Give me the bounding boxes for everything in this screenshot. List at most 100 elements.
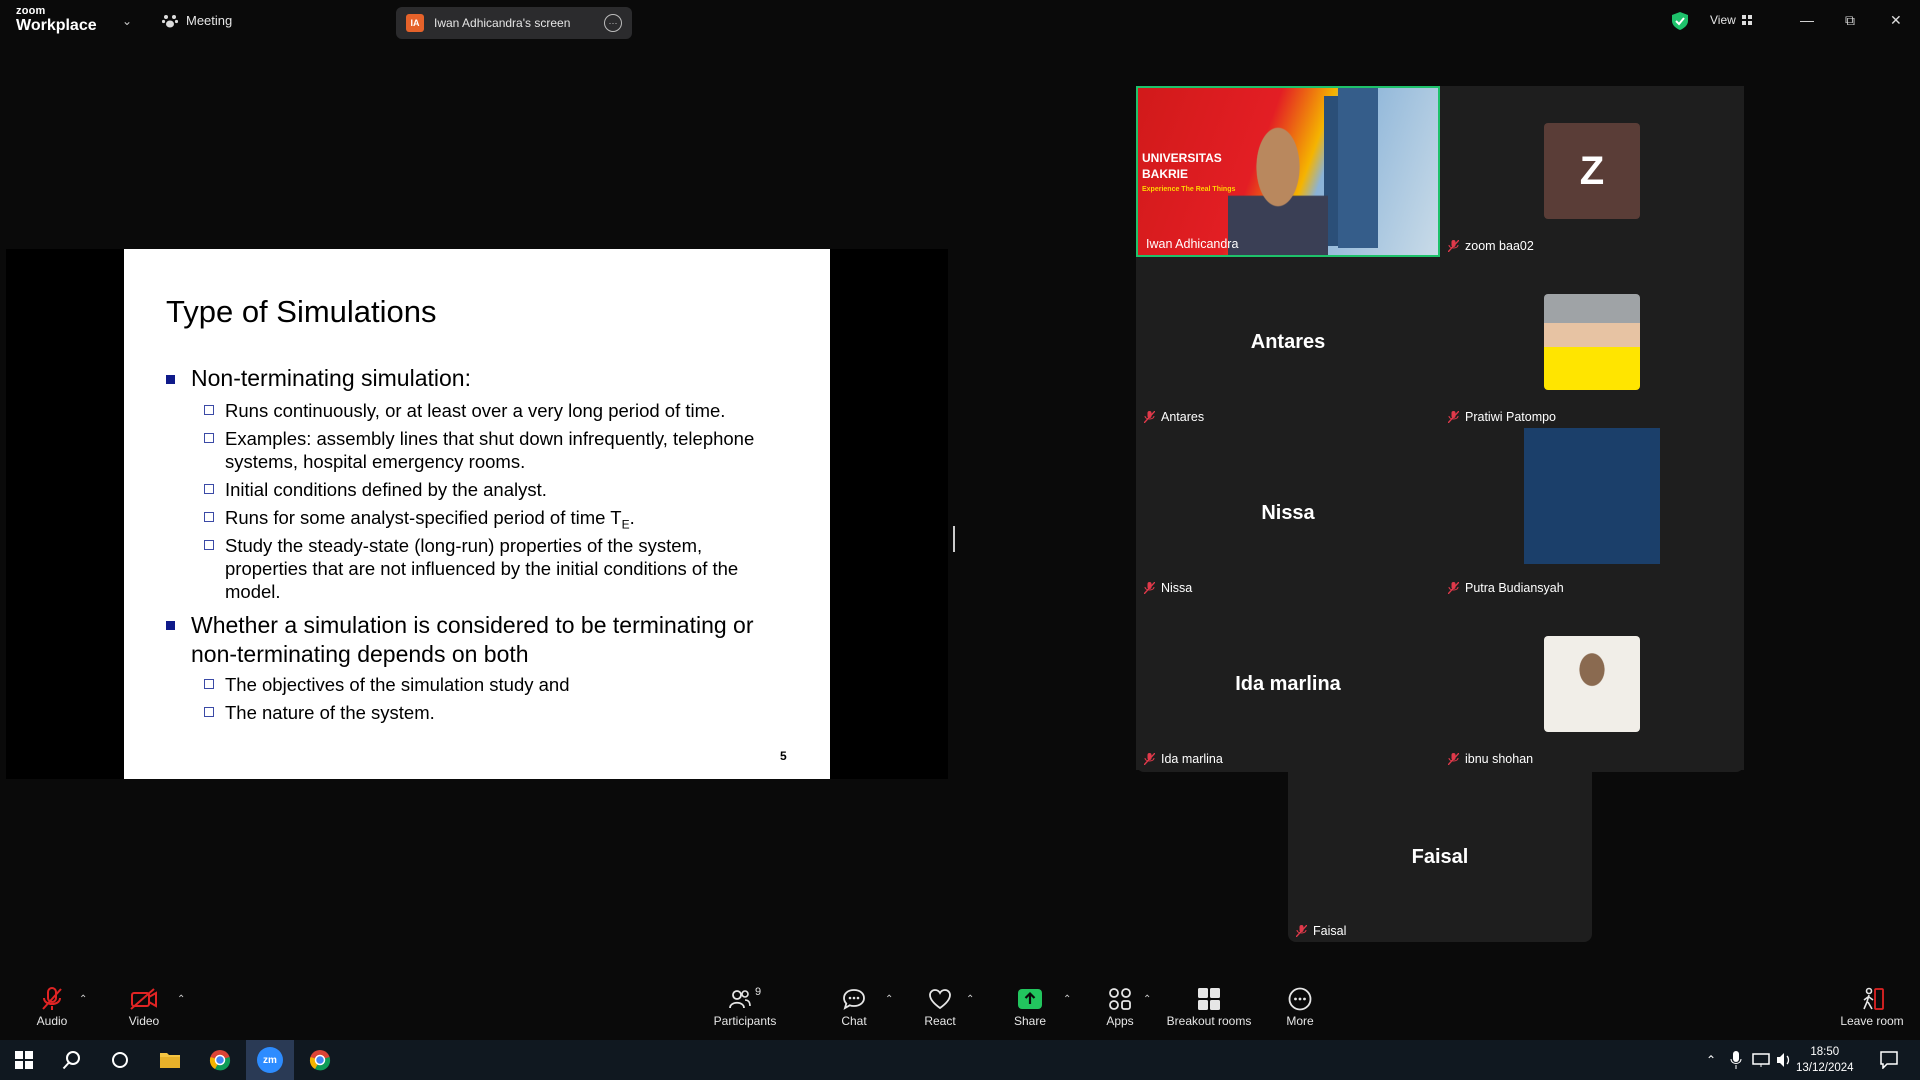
leave-room-button[interactable]: Leave room bbox=[1838, 984, 1906, 1028]
zoom-taskbar-icon[interactable]: zm bbox=[246, 1040, 294, 1080]
meeting-toolbar: Audio ⌃ Video ⌃ 9 Participants Chat ⌃ Re… bbox=[0, 980, 1920, 1038]
close-icon[interactable]: ✕ bbox=[1890, 12, 1902, 29]
restore-icon[interactable]: ⧉ bbox=[1845, 12, 1855, 29]
shared-screen-tab[interactable]: IA Iwan Adhicandra's screen ⋯ bbox=[396, 7, 632, 39]
banner-tagline: Experience The Real Things bbox=[1142, 186, 1236, 193]
presentation-slide: Type of Simulations Non-terminating simu… bbox=[124, 249, 830, 779]
mic-off-icon bbox=[1448, 240, 1459, 252]
slide-page-number: 5 bbox=[780, 749, 787, 763]
slide-sub-bullet: Examples: assembly lines that shut down … bbox=[204, 427, 784, 473]
participant-tile[interactable]: Ida marlina Ida marlina bbox=[1136, 599, 1440, 770]
bullet-text: Non-terminating simulation: bbox=[191, 365, 471, 391]
video-feed: UNIVERSITAS BAKRIE Experience The Real T… bbox=[1138, 88, 1438, 255]
share-button[interactable]: Share bbox=[1008, 984, 1052, 1028]
share-screen-icon bbox=[1018, 989, 1042, 1009]
participant-name-text: Antares bbox=[1161, 410, 1205, 424]
participant-tile[interactable]: Pratiwi Patompo bbox=[1440, 257, 1744, 428]
profile-photo bbox=[1524, 428, 1660, 564]
video-off-icon bbox=[130, 988, 157, 1010]
sub-bullet-text: The nature of the system. bbox=[225, 702, 435, 723]
cortana-icon[interactable] bbox=[96, 1040, 144, 1080]
participant-name-text: Nissa bbox=[1161, 581, 1193, 595]
title-bar: zoom Workplace ⌄ Meeting IA Iwan Adhican… bbox=[0, 0, 1920, 44]
search-icon[interactable] bbox=[48, 1040, 96, 1080]
participant-display-name: Nissa bbox=[1261, 502, 1315, 524]
tray-overflow-icon[interactable]: ⌃ bbox=[1706, 1053, 1716, 1067]
audio-options-caret[interactable]: ⌃ bbox=[79, 994, 87, 1005]
clock-date: 13/12/2024 bbox=[1796, 1062, 1854, 1074]
shield-check-icon[interactable] bbox=[1672, 12, 1688, 30]
video-button[interactable]: Video bbox=[122, 984, 166, 1028]
sub-bullet-text: Initial conditions defined by the analys… bbox=[225, 479, 547, 500]
zoom-logo[interactable]: zoom Workplace bbox=[16, 6, 97, 34]
slide-bullet: Non-terminating simulation: bbox=[166, 365, 471, 392]
file-explorer-icon[interactable] bbox=[146, 1040, 194, 1080]
apps-button[interactable]: Apps bbox=[1098, 984, 1142, 1028]
mic-off-icon bbox=[1448, 411, 1459, 423]
slide-sub-bullet: The objectives of the simulation study a… bbox=[204, 673, 570, 696]
participant-gallery: UNIVERSITAS BAKRIE Experience The Real T… bbox=[1136, 86, 1744, 772]
participants-button[interactable]: 9 Participants bbox=[710, 984, 780, 1028]
period: . bbox=[629, 507, 635, 528]
apps-label: Apps bbox=[1106, 1014, 1134, 1028]
paw-icon bbox=[162, 14, 178, 27]
leave-room-label: Leave room bbox=[1840, 1014, 1904, 1028]
participant-display-name: Ida marlina bbox=[1235, 673, 1341, 695]
share-options-caret[interactable]: ⌃ bbox=[1063, 994, 1071, 1005]
more-button[interactable]: More bbox=[1278, 984, 1322, 1028]
presenter-figure bbox=[1228, 118, 1328, 255]
participant-name: Faisal bbox=[1296, 924, 1346, 938]
chrome-icon[interactable] bbox=[296, 1040, 344, 1080]
participant-tile[interactable]: UNIVERSITAS BAKRIE Experience The Real T… bbox=[1136, 86, 1440, 257]
minimize-icon[interactable]: — bbox=[1800, 12, 1814, 28]
apps-options-caret[interactable]: ⌃ bbox=[1143, 994, 1151, 1005]
meeting-menu[interactable]: Meeting bbox=[162, 13, 232, 28]
participant-tile[interactable]: Faisal Faisal bbox=[1288, 772, 1592, 942]
participant-tile[interactable]: ibnu shohan bbox=[1440, 599, 1744, 770]
participant-name-text: Ida marlina bbox=[1161, 752, 1223, 766]
chrome-icon[interactable] bbox=[196, 1040, 244, 1080]
sub-bullet-text: Runs for some analyst-specified period o… bbox=[225, 507, 622, 528]
participant-tile[interactable]: Nissa Nissa bbox=[1136, 428, 1440, 599]
banner-text: UNIVERSITAS bbox=[1142, 151, 1222, 165]
windows-start-icon[interactable] bbox=[0, 1040, 48, 1080]
volume-icon[interactable] bbox=[1776, 1052, 1792, 1068]
participant-name: Ida marlina bbox=[1144, 752, 1223, 766]
system-clock[interactable]: 18:50 13/12/2024 bbox=[1796, 1044, 1854, 1076]
view-menu[interactable]: View bbox=[1710, 13, 1752, 27]
splitter-handle[interactable] bbox=[953, 526, 955, 552]
apps-icon bbox=[1109, 988, 1131, 1010]
participant-name: ibnu shohan bbox=[1448, 752, 1533, 766]
slide-sub-bullet: Initial conditions defined by the analys… bbox=[204, 478, 547, 501]
breakout-rooms-button[interactable]: Breakout rooms bbox=[1162, 984, 1256, 1028]
grid-icon bbox=[1741, 15, 1752, 25]
react-options-caret[interactable]: ⌃ bbox=[966, 994, 974, 1005]
react-button[interactable]: React bbox=[918, 984, 962, 1028]
avatar: Z bbox=[1544, 123, 1640, 219]
microphone-icon[interactable] bbox=[1730, 1051, 1742, 1069]
slide-bullet: Whether a simulation is considered to be… bbox=[166, 611, 786, 669]
notifications-icon[interactable] bbox=[1880, 1051, 1898, 1069]
participants-label: Participants bbox=[713, 1014, 777, 1028]
audio-button[interactable]: Audio bbox=[30, 984, 74, 1028]
video-options-caret[interactable]: ⌃ bbox=[177, 994, 185, 1005]
participant-tile[interactable]: Antares Antares bbox=[1136, 257, 1440, 428]
mic-off-icon bbox=[42, 987, 62, 1010]
participant-tile[interactable]: Z zoom baa02 bbox=[1440, 86, 1744, 257]
sub-bullet-text: Examples: assembly lines that shut down … bbox=[225, 428, 755, 472]
slide-sub-bullet: The nature of the system. bbox=[204, 701, 435, 724]
participant-name-text: Iwan Adhicandra bbox=[1146, 237, 1239, 251]
participant-tile[interactable]: Putra Budiansyah bbox=[1440, 428, 1744, 599]
chat-button[interactable]: Chat bbox=[832, 984, 876, 1028]
profile-photo bbox=[1544, 294, 1640, 390]
participant-name-text: Pratiwi Patompo bbox=[1465, 410, 1557, 424]
network-icon[interactable] bbox=[1752, 1052, 1770, 1068]
brand-bottom: Workplace bbox=[16, 17, 97, 34]
more-options-icon[interactable]: ⋯ bbox=[604, 14, 622, 32]
participant-name: Pratiwi Patompo bbox=[1448, 410, 1556, 424]
chevron-down-icon[interactable]: ⌄ bbox=[122, 14, 132, 28]
share-label: Share bbox=[1013, 1014, 1047, 1028]
chat-options-caret[interactable]: ⌃ bbox=[885, 994, 893, 1005]
participant-display-name: Faisal bbox=[1411, 845, 1469, 868]
shared-screen-title: Iwan Adhicandra's screen bbox=[434, 16, 571, 30]
